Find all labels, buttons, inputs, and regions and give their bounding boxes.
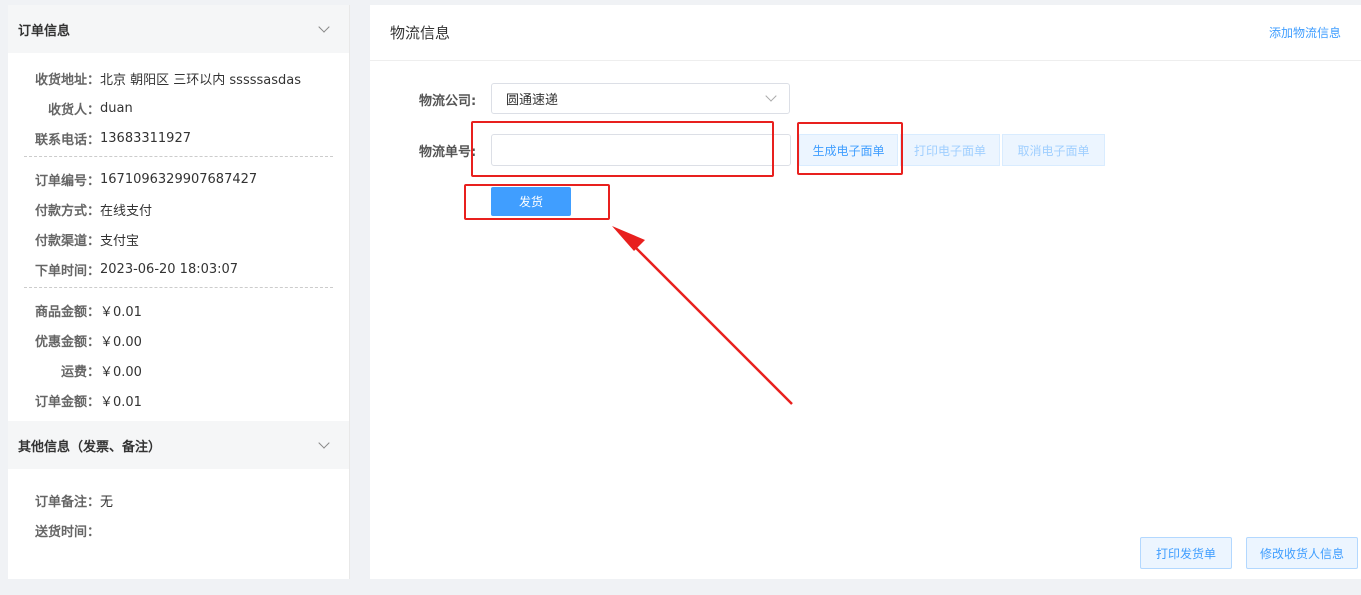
discount-label: 优惠金额：	[34, 334, 100, 350]
order-no-value: 1671096329907687427	[100, 171, 258, 187]
divider	[24, 287, 333, 288]
discount-row: 优惠金额： ￥0.00	[8, 325, 349, 355]
remark-row: 订单备注： 无	[8, 485, 349, 515]
order-no-row: 订单编号： 1671096329907687427	[8, 164, 349, 194]
cancel-waybill-button[interactable]: 取消电子面单	[1002, 134, 1105, 166]
company-select-value: 圆通速递	[506, 93, 559, 108]
highlight-box-ship	[464, 184, 610, 220]
delivery-time-label: 送货时间：	[34, 524, 100, 540]
pay-method-label: 付款方式：	[34, 203, 100, 219]
address-value: 北京 朝阳区 三环以内 sssssasdas	[100, 72, 301, 88]
tracking-label: 物流单号:	[419, 145, 477, 160]
edit-receiver-button[interactable]: 修改收货人信息	[1246, 537, 1358, 569]
chevron-down-icon[interactable]	[319, 24, 329, 34]
logistics-header: 物流信息 添加物流信息	[370, 5, 1361, 61]
delivery-time-row: 送货时间：	[8, 515, 349, 545]
freight-label: 运费：	[60, 364, 100, 380]
print-shipping-slip-button[interactable]: 打印发货单	[1140, 537, 1232, 569]
phone-label: 联系电话：	[34, 132, 100, 148]
order-info-title: 订单信息	[18, 23, 71, 39]
goods-amount-label: 商品金额：	[34, 304, 100, 320]
pay-channel-row: 付款渠道： 支付宝	[8, 224, 349, 254]
order-no-label: 订单编号：	[34, 173, 100, 189]
remark-label: 订单备注：	[34, 494, 100, 510]
print-waybill-button[interactable]: 打印电子面单	[900, 134, 1000, 166]
address-row: 收货地址： 北京 朝阳区 三环以内 sssssasdas	[8, 63, 349, 93]
order-info-panel: 订单信息 收货地址： 北京 朝阳区 三环以内 sssssasdas 收货人： d…	[8, 5, 350, 579]
pay-channel-label: 付款渠道：	[34, 233, 100, 249]
add-logistics-link[interactable]: 添加物流信息	[1269, 24, 1341, 41]
highlight-box-generate	[797, 122, 903, 175]
order-time-value: 2023-06-20 18:03:07	[100, 261, 239, 277]
logistics-panel: 物流信息 添加物流信息 物流公司: 圆通速递 物流单号: 生成电子面单 打印电子…	[370, 5, 1361, 579]
remark-value: 无	[100, 494, 114, 510]
order-time-label: 下单时间：	[34, 263, 100, 279]
discount-value: ￥0.00	[100, 334, 142, 350]
highlight-box-tracking	[471, 121, 774, 177]
phone-value: 13683311927	[100, 130, 191, 146]
goods-amount-value: ￥0.01	[100, 304, 142, 320]
goods-amount-row: 商品金额： ￥0.01	[8, 295, 349, 325]
logistics-title: 物流信息	[390, 24, 451, 42]
phone-row: 联系电话： 13683311927	[8, 123, 349, 153]
pay-channel-value: 支付宝	[100, 233, 140, 249]
address-label: 收货地址：	[34, 72, 100, 88]
pay-method-row: 付款方式： 在线支付	[8, 194, 349, 224]
order-info-header[interactable]: 订单信息	[8, 5, 349, 53]
receiver-value: duan	[100, 100, 133, 116]
order-time-row: 下单时间： 2023-06-20 18:03:07	[8, 254, 349, 284]
receiver-label: 收货人：	[47, 102, 100, 118]
pay-method-value: 在线支付	[100, 203, 153, 219]
company-label: 物流公司:	[419, 94, 477, 109]
freight-value: ￥0.00	[100, 364, 142, 380]
chevron-down-icon[interactable]	[319, 440, 329, 450]
total-label: 订单金额：	[34, 394, 100, 410]
other-info-title: 其他信息（发票、备注）	[18, 439, 162, 455]
total-row: 订单金额： ￥0.01	[8, 385, 349, 415]
total-value: ￥0.01	[100, 394, 142, 410]
other-info-body: 订单备注： 无 送货时间：	[8, 469, 349, 551]
divider	[24, 156, 333, 157]
receiver-row: 收货人： duan	[8, 93, 349, 123]
order-info-body: 收货地址： 北京 朝阳区 三环以内 sssssasdas 收货人： duan 联…	[8, 53, 349, 421]
other-info-header[interactable]: 其他信息（发票、备注）	[8, 421, 349, 469]
freight-row: 运费： ￥0.00	[8, 355, 349, 385]
company-select[interactable]: 圆通速递	[491, 83, 790, 114]
chevron-down-icon	[765, 90, 777, 102]
